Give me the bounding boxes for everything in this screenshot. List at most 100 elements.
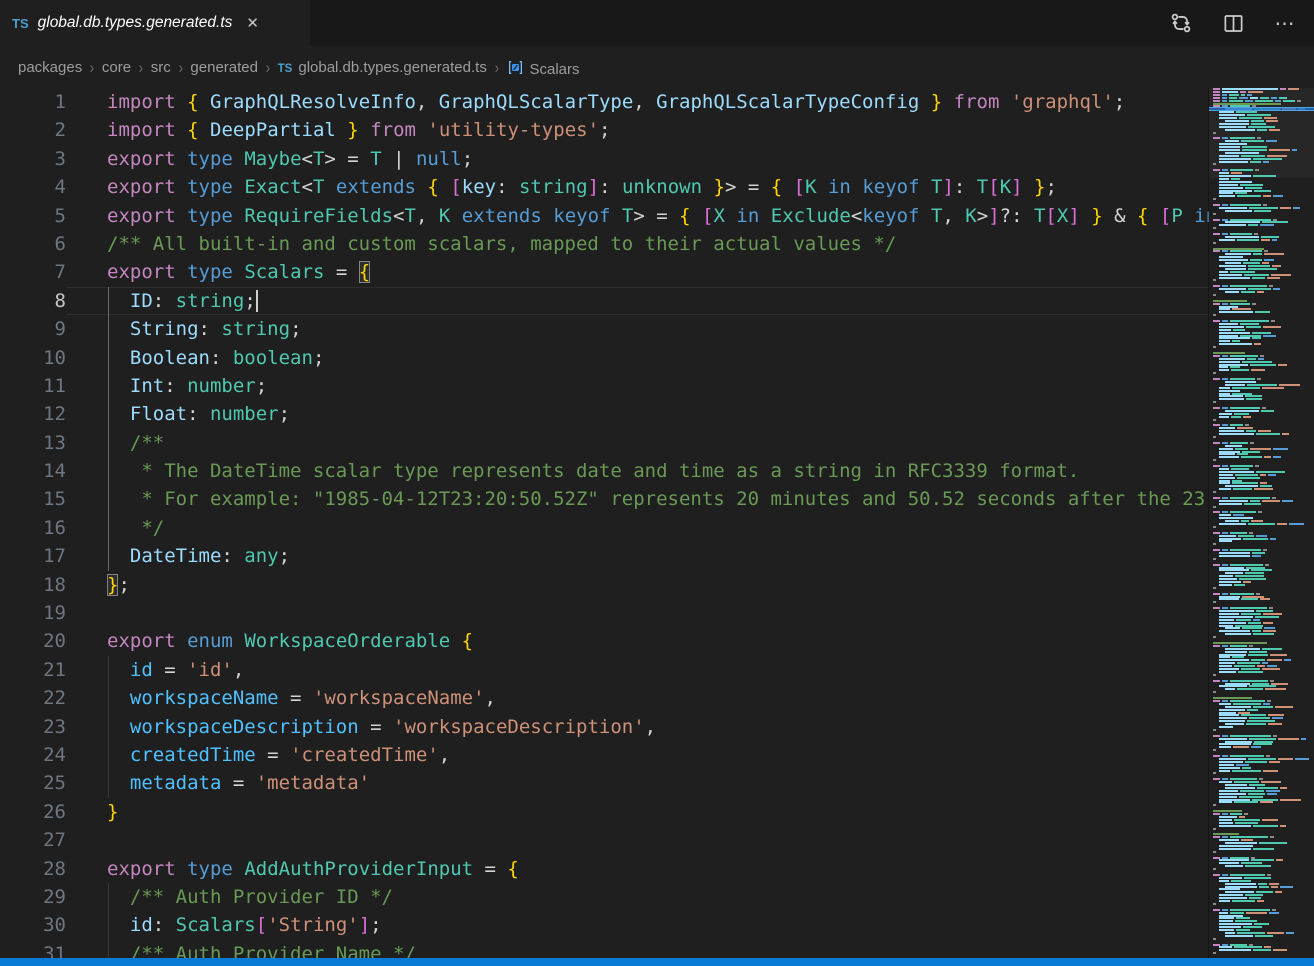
code-line[interactable]: 7export type Scalars = { bbox=[0, 258, 1209, 286]
code-line[interactable]: 17 DateTime: any; bbox=[0, 542, 1209, 570]
code-line[interactable]: 1import { GraphQLResolveInfo, GraphQLSca… bbox=[0, 88, 1209, 116]
minimap-row bbox=[1213, 903, 1312, 905]
line-number[interactable]: 11 bbox=[0, 372, 66, 400]
line-number[interactable]: 17 bbox=[0, 542, 66, 570]
tab-close-icon[interactable]: ✕ bbox=[246, 16, 259, 31]
breadcrumb-item-global-db-types-generated-ts[interactable]: TSglobal.db.types.generated.ts bbox=[278, 59, 487, 76]
code-line[interactable]: 3export type Maybe<T> = T | null; bbox=[0, 145, 1209, 173]
minimap-row bbox=[1219, 801, 1312, 803]
line-number[interactable]: 24 bbox=[0, 741, 66, 769]
code-line[interactable]: 15 * For example: "1985-04-12T23:20:50.5… bbox=[0, 485, 1209, 513]
line-number[interactable]: 22 bbox=[0, 684, 66, 712]
breadcrumb-item-scalars[interactable]: Scalars bbox=[507, 57, 580, 78]
line-number[interactable]: 29 bbox=[0, 883, 66, 911]
indent-guide bbox=[108, 344, 109, 372]
minimap-row bbox=[1219, 920, 1312, 922]
line-number[interactable]: 16 bbox=[0, 514, 66, 542]
minimap-row bbox=[1219, 239, 1312, 241]
code-line[interactable]: 13 /** bbox=[0, 429, 1209, 457]
line-number[interactable]: 14 bbox=[0, 457, 66, 485]
line-number[interactable]: 8 bbox=[0, 287, 66, 315]
minimap-row bbox=[1225, 236, 1312, 238]
code-line[interactable]: 6/** All built-in and custom scalars, ma… bbox=[0, 230, 1209, 258]
code-line[interactable]: 30 id: Scalars['String']; bbox=[0, 911, 1209, 939]
status-bar[interactable] bbox=[0, 958, 1314, 966]
code-line[interactable]: 5export type RequireFields<T, K extends … bbox=[0, 202, 1209, 230]
code-line[interactable]: 25 metadata = 'metadata' bbox=[0, 769, 1209, 797]
line-number[interactable]: 23 bbox=[0, 713, 66, 741]
line-content: Int: number; bbox=[66, 372, 1209, 400]
code-token: type bbox=[187, 176, 233, 198]
line-number[interactable]: 31 bbox=[0, 940, 66, 958]
split-editor-icon[interactable] bbox=[1222, 12, 1244, 34]
minimap-row bbox=[1213, 804, 1312, 806]
code-token: DeepPartial bbox=[210, 119, 336, 141]
line-number[interactable]: 25 bbox=[0, 769, 66, 797]
code-line[interactable]: 10 Boolean: boolean; bbox=[0, 344, 1209, 372]
line-number[interactable]: 5 bbox=[0, 202, 66, 230]
minimap-row bbox=[1219, 453, 1312, 455]
code-line[interactable]: 23 workspaceDescription = 'workspaceDesc… bbox=[0, 713, 1209, 741]
minimap[interactable] bbox=[1209, 88, 1314, 958]
code-token: 'utility-types' bbox=[427, 119, 599, 141]
line-number[interactable]: 4 bbox=[0, 173, 66, 201]
minimap-row bbox=[1225, 384, 1312, 386]
line-number[interactable]: 21 bbox=[0, 656, 66, 684]
line-number[interactable]: 15 bbox=[0, 485, 66, 513]
code-line[interactable]: 16 */ bbox=[0, 514, 1209, 542]
tab-global-db-types[interactable]: TS global.db.types.generated.ts ✕ bbox=[0, 0, 310, 46]
line-number[interactable]: 20 bbox=[0, 627, 66, 655]
code-line[interactable]: 2import { DeepPartial } from 'utility-ty… bbox=[0, 116, 1209, 144]
line-number[interactable]: 7 bbox=[0, 258, 66, 286]
code-line[interactable]: 18}; bbox=[0, 571, 1209, 599]
code-token bbox=[176, 630, 187, 652]
code-line[interactable]: 4export type Exact<T extends { [key: str… bbox=[0, 173, 1209, 201]
code-line[interactable]: 12 Float: number; bbox=[0, 400, 1209, 428]
code-line[interactable]: 26} bbox=[0, 798, 1209, 826]
line-number[interactable]: 27 bbox=[0, 826, 66, 854]
line-number[interactable]: 1 bbox=[0, 88, 66, 116]
line-number[interactable]: 6 bbox=[0, 230, 66, 258]
minimap-row bbox=[1219, 764, 1312, 766]
code-line[interactable]: 31 /** Auth Provider Name */ bbox=[0, 940, 1209, 958]
breadcrumb-item-core[interactable]: core bbox=[102, 59, 131, 76]
line-number[interactable]: 2 bbox=[0, 116, 66, 144]
code-editor[interactable]: 1import { GraphQLResolveInfo, GraphQLSca… bbox=[0, 88, 1209, 958]
code-line[interactable]: 14 * The DateTime scalar type represents… bbox=[0, 457, 1209, 485]
code-line[interactable]: 28export type AddAuthProviderInput = { bbox=[0, 855, 1209, 883]
minimap-row bbox=[1219, 308, 1312, 310]
line-number[interactable]: 28 bbox=[0, 855, 66, 883]
open-changes-icon[interactable] bbox=[1170, 12, 1192, 34]
minimap-row bbox=[1219, 326, 1312, 328]
code-line[interactable]: 20export enum WorkspaceOrderable { bbox=[0, 627, 1209, 655]
code-line[interactable]: 8 ID: string; bbox=[0, 287, 1209, 315]
code-line[interactable]: 27 bbox=[0, 826, 1209, 854]
minimap-row bbox=[1213, 636, 1312, 638]
line-number[interactable]: 30 bbox=[0, 911, 66, 939]
breadcrumb-item-packages[interactable]: packages bbox=[18, 59, 82, 76]
code-line[interactable]: 22 workspaceName = 'workspaceName', bbox=[0, 684, 1209, 712]
code-line[interactable]: 24 createdTime = 'createdTime', bbox=[0, 741, 1209, 769]
line-number[interactable]: 3 bbox=[0, 145, 66, 173]
code-token: [ bbox=[1160, 205, 1171, 227]
minimap-row bbox=[1213, 233, 1312, 235]
code-line[interactable]: 21 id = 'id', bbox=[0, 656, 1209, 684]
line-number[interactable]: 19 bbox=[0, 599, 66, 627]
line-number[interactable]: 26 bbox=[0, 798, 66, 826]
breadcrumb-item-generated[interactable]: generated bbox=[190, 59, 258, 76]
code-line[interactable]: 9 String: string; bbox=[0, 315, 1209, 343]
line-number[interactable]: 10 bbox=[0, 344, 66, 372]
breadcrumb-item-src[interactable]: src bbox=[151, 59, 171, 76]
code-line[interactable]: 11 Int: number; bbox=[0, 372, 1209, 400]
line-number[interactable]: 18 bbox=[0, 571, 66, 599]
line-number[interactable]: 13 bbox=[0, 429, 66, 457]
code-token: : bbox=[496, 176, 519, 198]
code-line[interactable]: 29 /** Auth Provider ID */ bbox=[0, 883, 1209, 911]
more-actions-icon[interactable]: ⋯ bbox=[1274, 12, 1296, 34]
code-token bbox=[920, 176, 931, 198]
line-number[interactable]: 9 bbox=[0, 315, 66, 343]
code-line[interactable]: 19 bbox=[0, 599, 1209, 627]
code-token: boolean bbox=[233, 347, 313, 369]
minimap-row bbox=[1219, 175, 1312, 177]
line-number[interactable]: 12 bbox=[0, 400, 66, 428]
